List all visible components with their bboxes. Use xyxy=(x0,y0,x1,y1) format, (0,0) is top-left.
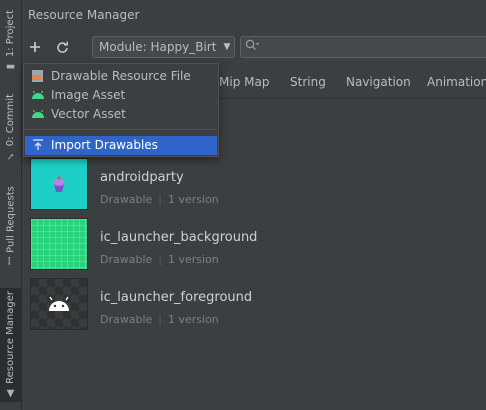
tab-commit-label: 0: Commit xyxy=(5,94,16,147)
android-head-icon xyxy=(49,296,69,311)
tab-navigation[interactable]: Navigation xyxy=(346,75,411,89)
menu-item-vector-asset[interactable]: Vector Asset xyxy=(25,105,217,124)
resource-type: Drawable xyxy=(100,313,153,326)
pull-request-icon: ꟷ xyxy=(4,256,16,265)
resource-manager-icon: ▲ xyxy=(5,387,16,399)
resource-versions: 1 version xyxy=(168,313,219,326)
resource-versions: 1 version xyxy=(168,253,219,266)
plus-icon[interactable] xyxy=(26,38,44,56)
chevron-down-icon: ▼ xyxy=(220,37,234,57)
menu-item-drawable-resource-file[interactable]: Drawable Resource File xyxy=(25,67,217,86)
folder-icon: ▬ xyxy=(5,61,16,73)
search-input[interactable] xyxy=(240,36,486,58)
tab-pull-requests-label: Pull Requests xyxy=(5,185,16,253)
resource-meta: Drawable | 1 version xyxy=(100,253,219,266)
resource-name: androidparty xyxy=(100,170,184,185)
search-icon xyxy=(245,39,260,54)
tab-resource-manager-label: Resource Manager xyxy=(5,291,16,384)
divider: | xyxy=(158,253,162,266)
menu-item-label: Vector Asset xyxy=(51,107,126,121)
tab-animation[interactable]: Animation xyxy=(427,75,486,89)
resource-meta: Drawable | 1 version xyxy=(100,313,219,326)
menu-item-label: Image Asset xyxy=(51,88,126,102)
module-select-value: Module: Happy_Birt xyxy=(99,40,217,54)
refresh-icon[interactable] xyxy=(53,38,71,56)
resource-type: Drawable xyxy=(100,193,153,206)
resource-versions: 1 version xyxy=(168,193,219,206)
menu-separator xyxy=(25,129,217,130)
toolbar: Module: Happy_Birt ▼ xyxy=(22,34,486,62)
list-item[interactable]: ic_launcher_foreground Drawable | 1 versio… xyxy=(22,270,486,330)
divider: | xyxy=(158,313,162,326)
cupcake-icon xyxy=(53,176,65,192)
module-select[interactable]: Module: Happy_Birt ▼ xyxy=(92,36,235,58)
tab-mip-map[interactable]: Mip Map xyxy=(219,75,269,89)
panel-title: Resource Manager xyxy=(28,8,140,22)
ic-launcher-background-thumbnail xyxy=(30,218,88,270)
tool-window-stripe: ▬ 1: Project ✓ 0: Commit ꟷ Pull Requests… xyxy=(0,0,22,410)
androidparty-thumbnail xyxy=(30,158,88,210)
resource-type: Drawable xyxy=(100,253,153,266)
resource-name: ic_launcher_foreground xyxy=(100,290,253,305)
resource-manager-panel: Resource Manager Module: Happy_Birt ▼ Mi… xyxy=(22,0,486,410)
import-icon xyxy=(31,138,45,152)
list-item[interactable]: ic_launcher_background Drawable | 1 versio… xyxy=(22,210,486,270)
android-icon xyxy=(31,107,45,121)
menu-item-label: Drawable Resource File xyxy=(51,69,191,83)
list-item[interactable]: androidparty Drawable | 1 version xyxy=(22,150,486,210)
drawable-file-icon xyxy=(31,69,45,83)
menu-item-import-drawables[interactable]: Import Drawables xyxy=(25,136,217,155)
tab-pull-requests[interactable]: ꟷ Pull Requests xyxy=(0,180,21,270)
menu-item-image-asset[interactable]: Image Asset xyxy=(25,86,217,105)
tab-project[interactable]: ▬ 1: Project xyxy=(0,6,21,76)
resource-name: ic_launcher_background xyxy=(100,230,258,245)
tab-commit[interactable]: ✓ 0: Commit xyxy=(0,92,21,164)
commit-icon: ✓ xyxy=(5,150,16,162)
add-resource-menu: Drawable Resource File Image Asset Vecto… xyxy=(23,63,219,157)
android-icon xyxy=(31,88,45,102)
menu-item-label: Import Drawables xyxy=(51,138,158,152)
tab-resource-manager[interactable]: ▲ Resource Manager xyxy=(0,288,21,402)
tab-string[interactable]: String xyxy=(290,75,326,89)
divider: | xyxy=(158,193,162,206)
tab-project-label: 1: Project xyxy=(5,9,16,58)
ic-launcher-foreground-thumbnail xyxy=(30,278,88,330)
resource-meta: Drawable | 1 version xyxy=(100,193,219,206)
